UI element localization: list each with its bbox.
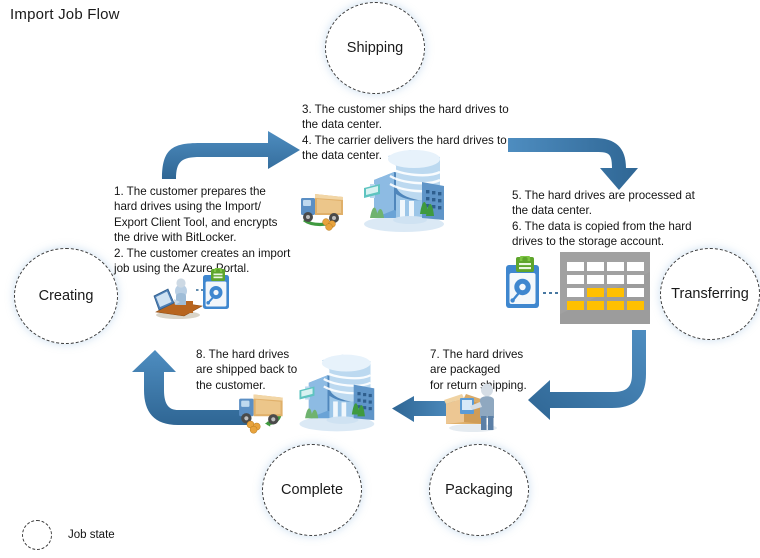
step-line: 2. The customer creates an import — [114, 246, 291, 260]
data-center-building-icon — [364, 150, 444, 232]
step-line: the drive with BitLocker. — [114, 231, 237, 245]
return-delivery-truck-icon — [239, 394, 283, 434]
storage-table-icon — [560, 252, 650, 324]
step-line: 6. The data is copied from the hard — [512, 219, 692, 233]
dashed-circle-icon — [22, 520, 52, 550]
step-text-1-2: 1. The customer prepares the hard drives… — [114, 184, 294, 276]
processed-hard-drive-with-lock-icon — [506, 256, 539, 308]
hard-drive-with-lock-icon — [203, 268, 229, 309]
state-circle-transferring[interactable]: Transferring — [660, 248, 760, 340]
state-label-packaging: Packaging — [445, 482, 513, 498]
state-circle-packaging[interactable]: Packaging — [429, 444, 529, 536]
state-label-shipping: Shipping — [346, 40, 404, 56]
legend-label: Job state — [68, 529, 115, 541]
state-circle-shipping[interactable]: Shipping — [325, 2, 425, 94]
step-line: 5. The hard drives are processed at — [512, 189, 695, 202]
step-line: hard drives using the Import/ — [114, 200, 261, 214]
delivery-truck-icon — [301, 194, 343, 231]
diagram-canvas: Import Job Flow Shipping Transferring Pa… — [0, 0, 760, 558]
state-circle-complete[interactable]: Complete — [262, 444, 362, 536]
state-label-complete: Complete — [280, 482, 344, 498]
state-circle-creating[interactable]: Creating — [14, 248, 118, 344]
step-line: 3. The customer ships the hard drives to — [302, 103, 509, 116]
page-title: Import Job Flow — [10, 6, 120, 23]
step-line: the data center. — [302, 118, 382, 132]
step-text-5-6: 5. The hard drives are processed at the … — [512, 188, 712, 250]
state-label-transferring: Transferring — [671, 286, 749, 302]
step-line: are packaged — [430, 363, 501, 377]
step-line: 1. The customer prepares the — [114, 185, 266, 198]
step-line: drives to the storage account. — [512, 235, 665, 249]
step-line: the data center. — [512, 204, 592, 218]
step-line: 4. The carrier delivers the hard drives … — [302, 133, 507, 147]
state-label-creating: Creating — [38, 288, 94, 304]
person-packing-box-icon — [444, 383, 497, 432]
step-line: 7. The hard drives — [430, 348, 524, 361]
step-line: Export Client Tool, and encrypts — [114, 215, 278, 229]
return-data-center-building-icon — [299, 354, 375, 432]
legend: Job state — [22, 520, 115, 550]
arrow-creating-to-shipping — [162, 131, 300, 179]
